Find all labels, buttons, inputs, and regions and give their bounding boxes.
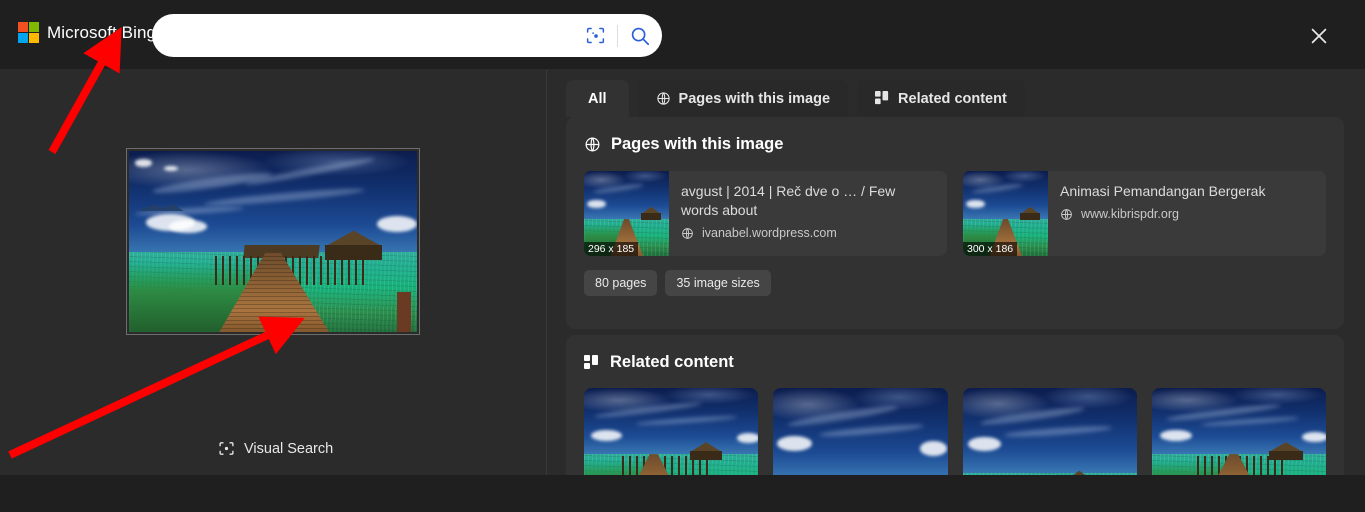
results-pane: All Pages with this image Related conten… — [547, 70, 1365, 475]
visual-search-label[interactable]: Visual Search — [218, 440, 333, 457]
tab-bar: All Pages with this image Related conten… — [566, 80, 1025, 117]
tab-pages-with-this-image[interactable]: Pages with this image — [637, 80, 849, 117]
result-site-text: ivanabel.wordpress.com — [702, 226, 837, 240]
visual-search-label-text: Visual Search — [244, 440, 334, 457]
result-site: ivanabel.wordpress.com — [681, 226, 935, 240]
tab-related-content[interactable]: Related content — [857, 80, 1025, 117]
result-site: www.kibrispdr.org — [1060, 207, 1314, 221]
content-area: Visual Search All Pages with this image — [0, 70, 1365, 475]
preview-image[interactable] — [126, 148, 420, 335]
result-site-text: www.kibrispdr.org — [1081, 207, 1179, 221]
related-thumbnail[interactable] — [584, 388, 759, 475]
search-input[interactable] — [152, 14, 573, 57]
result-title: Animasi Pemandangan Bergerak — [1060, 183, 1266, 199]
search-icon[interactable] — [618, 14, 662, 57]
related-thumbnail[interactable] — [773, 388, 948, 475]
related-content-grid — [566, 372, 1344, 475]
visual-search-icon[interactable] — [573, 14, 617, 57]
related-content-section: Related content — [566, 335, 1344, 475]
pages-with-this-image-section: Pages with this image 296 x 185 avgust |… — [566, 117, 1344, 329]
crop-selection-frame[interactable] — [126, 148, 420, 335]
brand[interactable]: Microsoft Bing — [18, 22, 156, 43]
globe-icon — [1060, 208, 1073, 221]
chip-pages-count[interactable]: 80 pages — [584, 270, 658, 296]
result-dimensions: 300 x 186 — [963, 242, 1018, 256]
footer-strip — [0, 475, 1365, 512]
visual-search-icon — [218, 440, 235, 457]
top-bar: Microsoft Bing — [0, 0, 1365, 70]
pages-section-title: Pages with this image — [611, 135, 784, 153]
pages-results-list: 296 x 185 avgust | 2014 | Reč dve o … / … — [566, 154, 1344, 256]
related-section-header: Related content — [566, 335, 1344, 372]
brand-name: Microsoft Bing — [47, 22, 157, 42]
grid-icon — [875, 91, 890, 106]
tab-all-label: All — [588, 90, 607, 107]
result-thumbnail: 296 x 185 — [584, 171, 669, 256]
globe-icon — [681, 227, 694, 240]
grid-icon — [584, 354, 600, 371]
image-preview-pane: Visual Search — [0, 70, 546, 475]
search-box[interactable] — [152, 14, 662, 57]
result-thumbnail: 300 x 186 — [963, 171, 1048, 256]
result-body: Animasi Pemandangan Bergerak www.kibrisp… — [1048, 171, 1326, 256]
pages-section-header: Pages with this image — [566, 117, 1344, 154]
chip-image-sizes[interactable]: 35 image sizes — [665, 270, 771, 296]
related-thumbnail[interactable] — [1151, 388, 1326, 475]
result-dimensions: 296 x 185 — [584, 242, 639, 256]
bing-visual-search-page: Microsoft Bing Visual Search All Pages w… — [0, 0, 1365, 512]
globe-icon — [584, 136, 601, 153]
result-body: avgust | 2014 | Reč dve o … / Few words … — [669, 171, 947, 256]
page-result-card[interactable]: 300 x 186 Animasi Pemandangan Bergerak w… — [963, 171, 1326, 256]
tab-related-label: Related content — [898, 90, 1007, 107]
globe-icon — [656, 91, 671, 106]
related-thumbnail[interactable] — [962, 388, 1137, 475]
tab-all[interactable]: All — [566, 80, 629, 117]
page-result-card[interactable]: 296 x 185 avgust | 2014 | Reč dve o … / … — [584, 171, 947, 256]
microsoft-logo-icon — [18, 22, 39, 43]
result-title: avgust | 2014 | Reč dve o … / Few words … — [681, 183, 896, 218]
related-section-title: Related content — [610, 353, 734, 371]
tab-pages-label: Pages with this image — [678, 90, 831, 107]
close-button[interactable] — [1301, 18, 1337, 54]
filter-chips: 80 pages 35 image sizes — [566, 256, 1344, 296]
